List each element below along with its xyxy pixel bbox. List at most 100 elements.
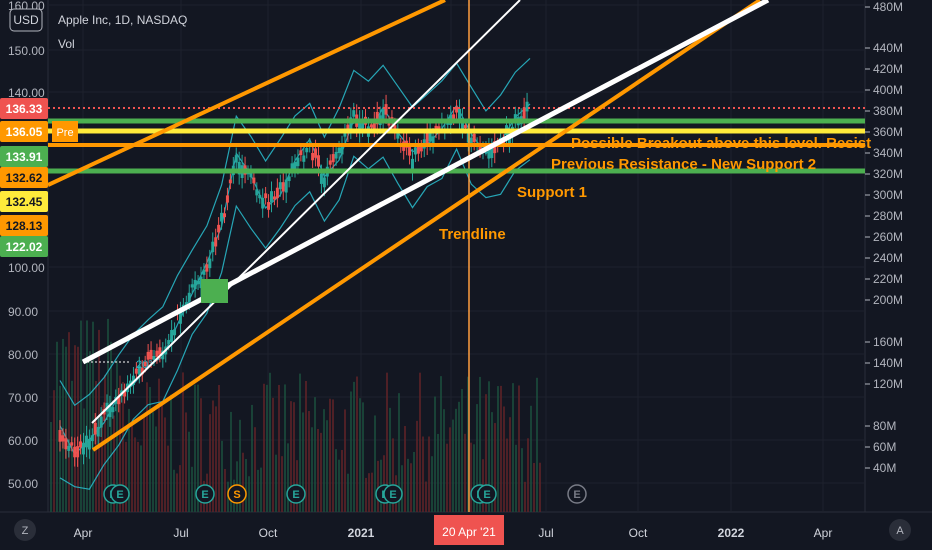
right-axis-tick: 340M	[873, 146, 903, 160]
candle-body	[205, 264, 209, 272]
angle-label: 20°	[136, 359, 153, 371]
volume-bar	[458, 401, 460, 512]
volume-bar	[428, 436, 430, 512]
candle-body	[202, 269, 206, 275]
volume-bar	[371, 472, 373, 512]
candle-body	[87, 438, 91, 450]
volume-bar	[425, 481, 427, 512]
volume-bar	[323, 409, 325, 512]
candle-body	[299, 150, 303, 156]
volume-bar	[461, 389, 463, 512]
candle-body	[522, 107, 526, 120]
candle-body	[525, 101, 529, 112]
pre-market-label: Pre	[56, 127, 73, 139]
candle-body	[208, 258, 212, 269]
candle-body	[284, 179, 288, 193]
volume-bar	[377, 460, 379, 512]
volume-bar	[413, 452, 415, 512]
currency-button[interactable]: USD	[9, 8, 43, 32]
right-axis-tick: 260M	[873, 230, 903, 244]
volume-bar	[506, 438, 508, 512]
volume-bar	[530, 405, 532, 512]
right-axis-tick: 240M	[873, 251, 903, 265]
left-axis-tick: 70.00	[8, 391, 38, 405]
volume-bar	[518, 385, 520, 512]
candle-body	[225, 195, 229, 203]
price-badge-label: 133.91	[6, 150, 43, 164]
volume-bar	[401, 465, 403, 512]
volume-bar	[359, 398, 361, 512]
right-axis-tick: 380M	[873, 104, 903, 118]
candle-body	[270, 191, 273, 203]
volume-bar	[140, 445, 142, 512]
volume-bar	[344, 409, 346, 512]
candle-body	[170, 330, 174, 342]
price-badge-label: 132.62	[6, 171, 43, 185]
volume-bar	[218, 384, 220, 512]
volume-bar	[311, 427, 313, 512]
volume-bar	[452, 419, 454, 512]
right-axis-tick: 360M	[873, 125, 903, 139]
candle-body	[79, 441, 83, 448]
candle-body	[305, 147, 309, 153]
candle-body	[413, 147, 417, 155]
candle-body	[281, 182, 285, 192]
candle-body	[317, 155, 320, 167]
left-axis-tick: 60.00	[8, 434, 38, 448]
candle-body	[234, 155, 238, 163]
candle-body	[73, 446, 77, 458]
volume-bar	[182, 372, 184, 512]
event-marker-label: S	[233, 489, 240, 501]
volume-bar	[374, 415, 376, 512]
candle-body	[220, 212, 224, 222]
right-axis-tick: 440M	[873, 41, 903, 55]
candle-body	[416, 146, 420, 154]
volume-bar	[521, 448, 523, 512]
candle-body	[187, 292, 191, 302]
breakout-square-marker	[201, 279, 228, 303]
left-axis-tick: 150.00	[8, 44, 45, 58]
volume-bar	[50, 421, 52, 512]
volume-bar	[173, 469, 175, 512]
volume-bar	[470, 442, 472, 512]
right-axis-tick: 420M	[873, 62, 903, 76]
volume-bar	[152, 412, 154, 512]
candle-body	[334, 151, 338, 159]
candle-body	[70, 442, 74, 446]
candle-body	[149, 349, 153, 360]
right-axis-tick: 300M	[873, 188, 903, 202]
candle-body	[267, 202, 271, 210]
x-axis-tick: Oct	[629, 526, 648, 540]
x-axis-tick: 2021	[348, 526, 375, 540]
volume-label: Vol	[58, 37, 75, 51]
volume-bar	[245, 459, 247, 512]
volume-bar	[185, 412, 187, 512]
candle-body	[190, 284, 194, 288]
x-axis-tick: Apr	[814, 526, 833, 540]
volume-bar	[410, 463, 412, 512]
volume-bar	[422, 436, 424, 512]
x-axis-tick: 2022	[718, 526, 745, 540]
candle-body	[193, 279, 197, 290]
volume-bar	[464, 433, 466, 512]
candle-body	[167, 340, 171, 345]
x-axis-tick: Jul	[538, 526, 553, 540]
chart-title: Apple Inc, 1D, NASDAQ	[58, 13, 187, 27]
volume-bar	[260, 467, 262, 512]
right-axis-tick: 320M	[873, 167, 903, 181]
volume-bar	[308, 411, 310, 512]
volume-bar	[137, 441, 139, 512]
volume-bar	[284, 384, 286, 512]
volume-bar	[503, 406, 505, 512]
zoom-button-label: Z	[22, 525, 29, 537]
volume-bar	[248, 476, 250, 512]
volume-bar	[251, 404, 253, 512]
event-marker-label: E	[389, 489, 396, 501]
candle-body	[96, 426, 100, 437]
volume-bar	[254, 427, 256, 512]
volume-bar	[446, 443, 448, 512]
volume-bar	[512, 383, 514, 512]
candle-body	[319, 173, 323, 184]
price-chart[interactable]: 20° Possible Breakout above this level. R…	[0, 0, 932, 550]
volume-bar	[320, 432, 322, 512]
